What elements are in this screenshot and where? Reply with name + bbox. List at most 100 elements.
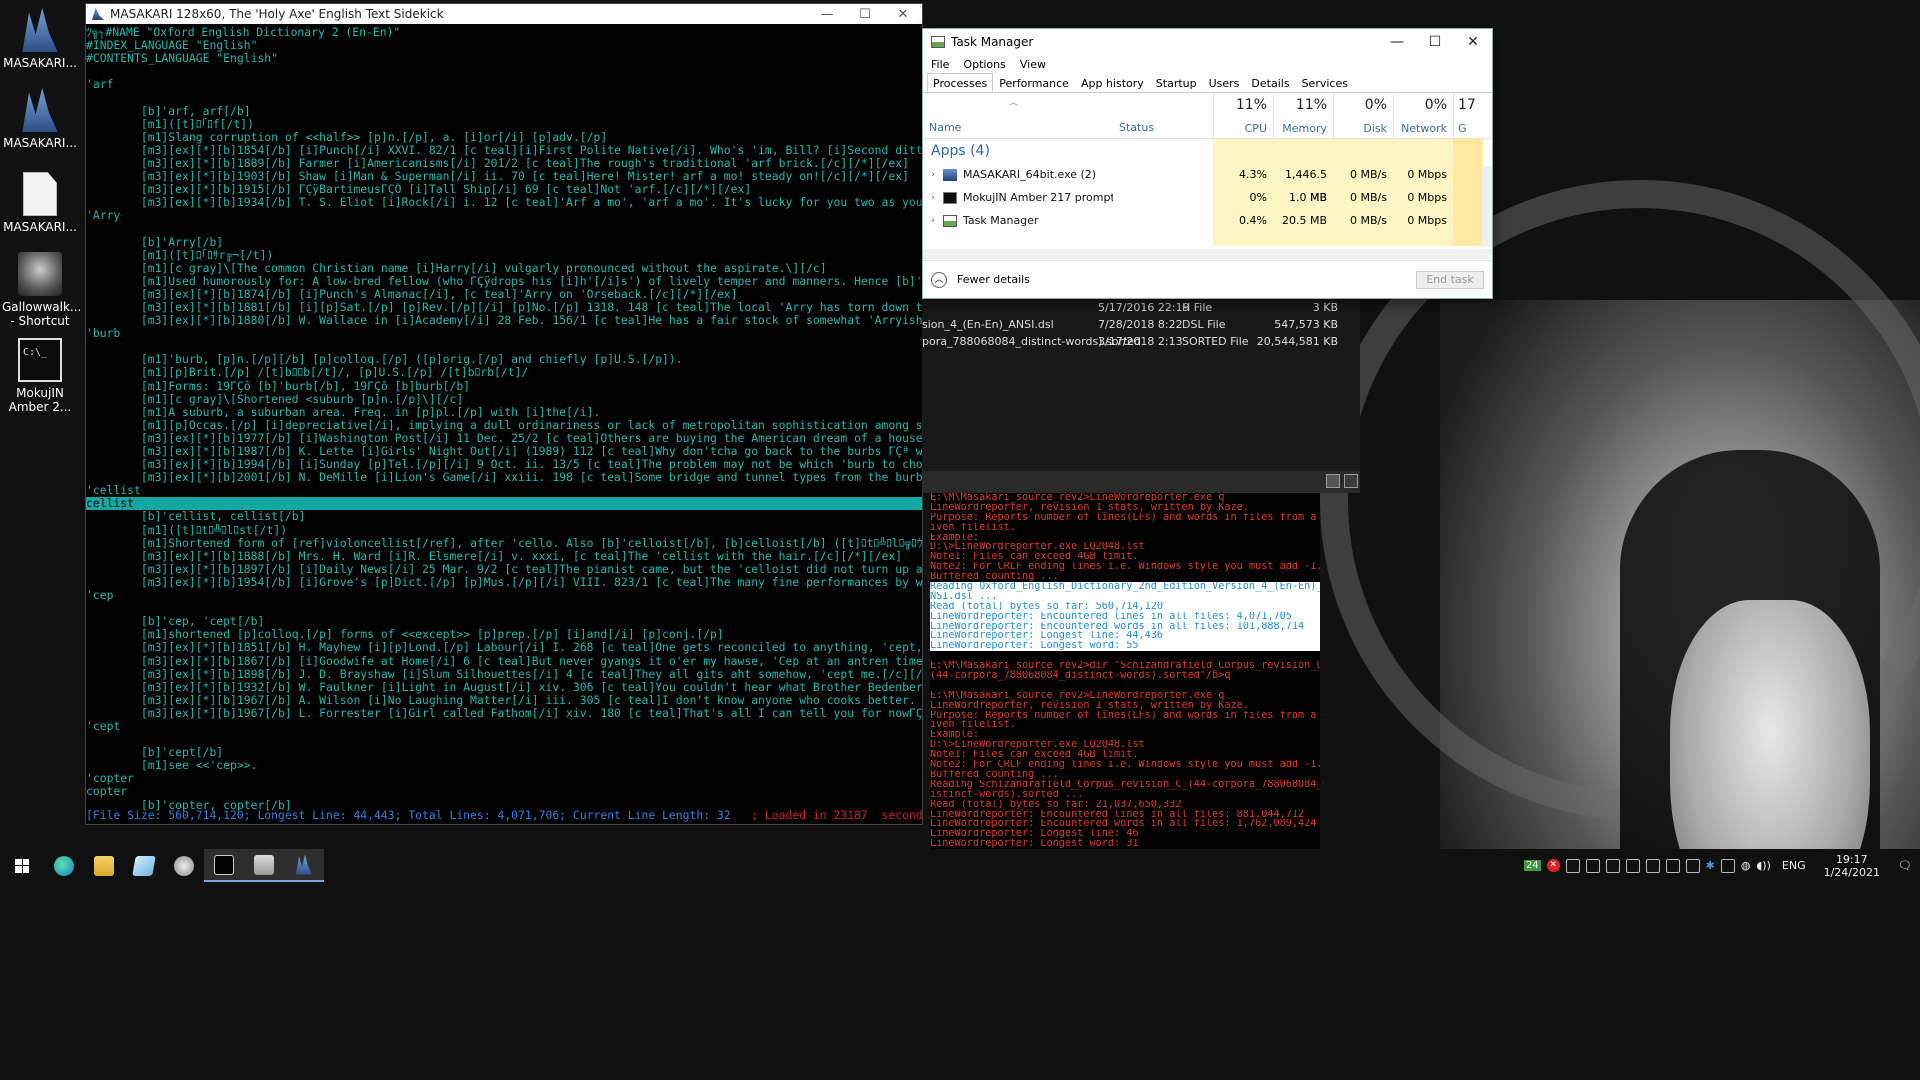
end-task-button[interactable]: End task	[1416, 270, 1484, 289]
text-line[interactable]: [m3][ex][*][b]1897[/b] [i]Daily News[/i]…	[86, 563, 922, 576]
text-line[interactable]: [m3][ex][*][b]1954[/b] [i]Grove's [p]Dic…	[86, 576, 922, 589]
tab-startup[interactable]: Startup	[1150, 73, 1203, 92]
maximize-button[interactable]: ☐	[1416, 34, 1454, 50]
text-line[interactable]: ﾂ╗┐#NAME "Oxford English Dictionary 2 (E…	[86, 26, 922, 39]
text-line[interactable]: [m1]Used humorously for: A low-bred fell…	[86, 275, 922, 288]
expand-chevron-icon[interactable]: ›	[923, 193, 943, 203]
text-line[interactable]: [m3][ex][*][b]1881[/b] [i][p]Sat.[/p] [p…	[86, 301, 922, 314]
text-line[interactable]: 'cep	[86, 589, 922, 602]
globe-icon[interactable]: ◍	[1741, 859, 1751, 872]
console-window[interactable]: E:\M\Masakari_source_rev2>LineWordreport…	[930, 493, 1320, 849]
column-memory[interactable]: 11% Memory	[1273, 93, 1333, 139]
text-line[interactable]: [m3][ex][*][b]1903[/b] Shaw [i]Man & Sup…	[86, 170, 922, 183]
tab-services[interactable]: Services	[1296, 73, 1354, 92]
usb-icon[interactable]	[1685, 858, 1700, 873]
taskbar-explorer[interactable]	[84, 849, 124, 882]
text-line[interactable]: [m3][ex][*][b]1967[/b] A. Wilson [i]No L…	[86, 694, 922, 707]
desktop-icon-mokujin[interactable]: C:\_ MokujIN Amber 2...	[2, 338, 78, 414]
taskbar-masakari[interactable]	[284, 849, 324, 882]
tray-app-icon[interactable]	[1625, 858, 1640, 873]
column-network[interactable]: 0% Network	[1393, 93, 1453, 139]
text-line[interactable]: [b]'cellist, cellist[/b]	[86, 510, 922, 523]
text-line[interactable]: 'copter	[86, 772, 922, 785]
process-row[interactable]: › MokujIN Amber 217 prompt - q... 0% 1.0…	[923, 186, 1492, 209]
vertical-scrollbar[interactable]	[1482, 167, 1492, 247]
text-line[interactable]: [m3][ex][*][b]1854[/b] [i]Punch[/i] XXVI…	[86, 144, 922, 157]
text-line[interactable]: [m3][ex][*][b]1898[/b] J. D. Brayshaw [i…	[86, 668, 922, 681]
column-status[interactable]: Status	[1119, 121, 1154, 134]
tray-app-icon[interactable]	[1565, 858, 1580, 873]
text-line[interactable]: [m3][ex][*][b]1867[/b] [i]Goodwife at Ho…	[86, 655, 922, 668]
text-line[interactable]: [b]'Arry[/b]	[86, 236, 922, 249]
notification-icon[interactable]: 🗨	[1890, 859, 1920, 872]
text-line[interactable]: [m1]see <<'cep>>.	[86, 759, 922, 772]
tab-processes[interactable]: Processes	[927, 73, 994, 92]
text-line[interactable]	[86, 91, 922, 104]
taskbar-terminal[interactable]	[204, 849, 244, 882]
menu-view[interactable]: View	[1020, 58, 1046, 71]
column-gpu[interactable]: 17 G	[1453, 93, 1493, 139]
tab-performance[interactable]: Performance	[993, 73, 1075, 92]
desktop-icon-masakari-2[interactable]: MASAKARI...	[2, 88, 78, 150]
text-line[interactable]: 'arf	[86, 78, 922, 91]
language-indicator[interactable]: ENG	[1782, 859, 1806, 872]
process-row[interactable]: › MASAKARI_64bit.exe (2) 4.3% 1,446.5 MB…	[923, 163, 1492, 204]
text-line[interactable]: [m3][ex][*][b]1987[/b] K. Lette [i]Girls…	[86, 445, 922, 458]
minimize-button[interactable]: —	[808, 7, 846, 22]
text-line[interactable]: [m1][c gray]\[The common Christian name …	[86, 262, 922, 275]
masakari-titlebar[interactable]: MASAKARI 128x60, The 'Holy Axe' English …	[86, 4, 922, 24]
text-line[interactable]: [m3][ex][*][b]1934[/b] T. S. Eliot [i]Ro…	[86, 196, 922, 209]
tab-details[interactable]: Details	[1245, 73, 1295, 92]
close-button[interactable]: ✕	[1454, 34, 1492, 50]
tray-app-icon[interactable]	[1665, 858, 1680, 873]
text-line[interactable]: [m1]shortened [p]colloq.[/p] forms of <<…	[86, 628, 922, 641]
taskbar-tool[interactable]	[164, 849, 204, 882]
expand-chevron-icon[interactable]: ›	[923, 170, 943, 180]
text-line[interactable]	[86, 222, 922, 235]
file-row[interactable]: sion_4_(En-En)_ANSI.dsl 7/28/2018 8:22 D…	[922, 316, 1360, 334]
text-line[interactable]: [m3][ex][*][b]1889[/b] Farmer [i]America…	[86, 157, 922, 170]
current-line[interactable]: cellist	[86, 497, 922, 511]
fewer-details-link[interactable]: Fewer details	[957, 273, 1416, 286]
file-row[interactable]: 5/17/2016 22:19 H File 3 KB	[922, 299, 1360, 317]
text-line[interactable]: [m1]Shortened form of [ref]violoncellist…	[86, 537, 922, 550]
start-button[interactable]	[0, 849, 44, 882]
menu-file[interactable]: File	[931, 58, 949, 71]
desktop-icon-gallowwalker[interactable]: Gallowwalk... - Shortcut	[2, 252, 81, 328]
horizontal-scrollbar[interactable]	[923, 249, 1492, 259]
minimize-button[interactable]: —	[1378, 34, 1416, 50]
tray-app-icon[interactable]	[1585, 858, 1600, 873]
desktop-icon-masakari-file[interactable]: MASAKARI...	[2, 172, 78, 234]
menu-options[interactable]: Options	[963, 58, 1005, 71]
text-line[interactable]: [m3][ex][*][b]2001[/b] N. DeMille [i]Lio…	[86, 471, 922, 484]
text-line[interactable]: [m1][p]Brit.[/p] /[t]bﾛﾛb[/t]/, [p]U.S.[…	[86, 366, 922, 379]
maximize-button[interactable]: ☐	[846, 7, 884, 22]
text-line[interactable]	[86, 340, 922, 353]
tray-app-icon[interactable]	[1645, 858, 1660, 873]
text-line[interactable]: [m1]Forms: 19ΓÇô [b]'burb[/b], 19ΓÇô [b]…	[86, 380, 922, 393]
text-line[interactable]: #INDEX_LANGUAGE "English"	[86, 39, 922, 52]
text-line[interactable]: [m1]'burb, [p]n.[/p][/b] [p]colloq.[/p] …	[86, 353, 922, 366]
clock[interactable]: 19:17 1/24/2021	[1824, 853, 1880, 879]
details-view-icon[interactable]	[1326, 474, 1340, 488]
tray-app-icon[interactable]	[1605, 858, 1620, 873]
tray-badge[interactable]: 24	[1523, 860, 1541, 871]
column-name[interactable]: Name	[929, 121, 961, 134]
bluetooth-icon[interactable]: ✱	[1706, 859, 1715, 872]
text-line[interactable]: [m1][c gray]\[Shortened <suburb [p]n.[/p…	[86, 393, 922, 406]
text-line[interactable]: #CONTENTS_LANGUAGE "English"	[86, 52, 922, 65]
column-cpu[interactable]: 11% CPU	[1213, 93, 1273, 139]
taskbar-notepad[interactable]	[124, 849, 164, 882]
text-line[interactable]: 'cellist	[86, 484, 922, 497]
text-line[interactable]	[86, 602, 922, 615]
network-icon[interactable]	[1720, 858, 1735, 873]
desktop-icon-masakari-1[interactable]: MASAKARI...	[2, 8, 78, 70]
volume-icon[interactable]: ◖))	[1757, 859, 1771, 872]
text-line[interactable]: [b]'cep, 'cept[/b]	[86, 615, 922, 628]
text-line[interactable]	[86, 65, 922, 78]
text-line[interactable]: [m3][ex][*][b]1851[/b] H. Mayhew [i][p]L…	[86, 641, 922, 654]
taskbar-window[interactable]	[244, 849, 284, 882]
text-line[interactable]: [m3][ex][*][b]1880[/b] W. Wallace in [i]…	[86, 314, 922, 327]
text-line[interactable]: [b]'arf, arf[/b]	[86, 105, 922, 118]
file-row[interactable]: pora_788068084_distinct-words).sorted 3/…	[922, 333, 1360, 351]
